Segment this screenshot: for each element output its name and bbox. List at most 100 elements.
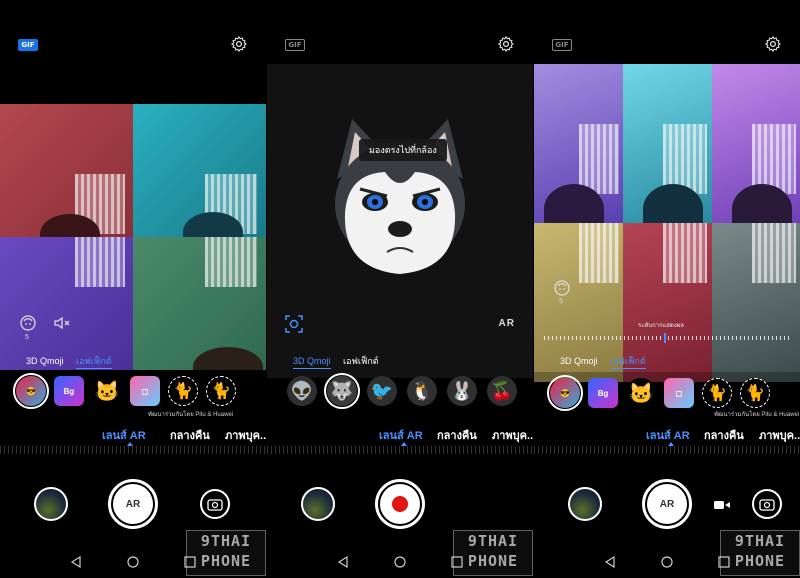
nav-back-icon[interactable]	[337, 556, 349, 568]
husky-avatar	[335, 119, 465, 274]
gallery-thumbnail[interactable]	[568, 487, 602, 521]
nav-home-icon[interactable]	[394, 556, 406, 568]
shutter-button[interactable]: AR	[108, 479, 158, 529]
gear-icon[interactable]	[497, 35, 515, 53]
sticker-item[interactable]: Bg	[54, 376, 84, 406]
viewfinder[interactable]: มองตรงไปที่กล้อง AR	[267, 64, 533, 378]
face-scan-icon[interactable]	[284, 314, 304, 334]
qmoji-item[interactable]: 🍒	[487, 376, 517, 406]
gear-icon[interactable]	[764, 35, 782, 53]
shutter-button[interactable]: AR	[642, 479, 692, 529]
qmoji-item[interactable]: 🐺	[324, 373, 360, 409]
viewfinder[interactable]	[534, 64, 800, 382]
mode-ruler	[534, 446, 800, 454]
nav-back-icon[interactable]	[70, 556, 82, 568]
top-bar: GIF	[534, 0, 800, 64]
intensity-label: ระดับการแสดงผล	[638, 323, 684, 329]
top-bar: GIF	[0, 0, 266, 64]
sticker-strip: 😎 Bg 🐱 ◻ 🐈 🐈	[534, 372, 800, 414]
record-dot-icon	[392, 496, 408, 512]
effect-tile-purple	[0, 237, 133, 370]
sticker-item[interactable]: 🐈	[702, 378, 732, 408]
record-button[interactable]	[375, 479, 425, 529]
sticker-item[interactable]: 😎	[13, 373, 49, 409]
mode-ar-lens[interactable]: เลนส์ AR	[102, 426, 146, 444]
gallery-thumbnail[interactable]	[34, 487, 68, 521]
qmoji-item[interactable]: 🐧	[407, 376, 437, 406]
viewfinder[interactable]	[0, 104, 266, 370]
gif-toggle[interactable]: GIF	[552, 39, 572, 51]
sub-tabs: 3D Qmoji เอฟเฟ็กต์	[560, 354, 656, 369]
camera-panel-qmoji: GIF มองตรงไปที่กล้อง AR 3D Qmoji เอฟเฟ็ก…	[267, 0, 533, 578]
mode-bar: เลนส์ AR กลางคืน ภาพบุค...	[267, 420, 533, 446]
camera-panel-effects-level: GIF 5 ระดับการแสดงผล 3D Qmoji เอฟเฟ็กต์ …	[534, 0, 800, 578]
mode-night[interactable]: กลางคืน	[704, 426, 744, 444]
effect-tile	[623, 64, 712, 223]
mode-ruler	[267, 446, 533, 454]
gear-icon[interactable]	[230, 35, 248, 53]
sticker-item[interactable]: 🐈	[740, 378, 770, 408]
face-scan-icon[interactable]	[552, 278, 572, 298]
mode-bar: เลนส์ AR กลางคืน ภาพบุค...	[0, 420, 266, 446]
shutter-row	[267, 478, 533, 538]
switch-camera-button[interactable]	[200, 489, 230, 519]
intensity-slider-knob[interactable]	[664, 333, 666, 343]
tab-3d-qmoji[interactable]: 3D Qmoji	[560, 356, 598, 366]
sticker-item[interactable]: Bg	[588, 378, 618, 408]
effect-tile-red	[0, 104, 133, 237]
mode-night[interactable]: กลางคืน	[170, 426, 210, 444]
sticker-item[interactable]: 🐈	[168, 376, 198, 406]
screenshot-comparison: GIF 5 3D Qmoji เอฟเฟ็กต์ 😎 Bg 🐱 ◻ 🐈 🐈 พั…	[0, 0, 800, 578]
effect-tile	[534, 64, 623, 223]
shutter-row: AR	[534, 478, 800, 538]
mode-portrait[interactable]: ภาพบุค...	[492, 426, 533, 444]
nav-home-icon[interactable]	[661, 556, 673, 568]
effect-tile	[712, 64, 800, 223]
mode-night[interactable]: กลางคืน	[437, 426, 477, 444]
gif-toggle[interactable]: GIF	[285, 39, 305, 51]
switch-camera-button[interactable]	[752, 489, 782, 519]
sticker-item[interactable]: ◻	[130, 376, 160, 406]
qmoji-item[interactable]: 🐦	[367, 376, 397, 406]
effect-tile-cyan	[133, 104, 266, 237]
camera-panel-effects: GIF 5 3D Qmoji เอฟเฟ็กต์ 😎 Bg 🐱 ◻ 🐈 🐈 พั…	[0, 0, 266, 578]
sticker-item[interactable]: 🐈	[206, 376, 236, 406]
sticker-item[interactable]: 🐱	[626, 378, 656, 408]
sticker-item[interactable]: 🐱	[92, 376, 122, 406]
intensity-slider[interactable]	[544, 333, 790, 343]
effect-tile-green	[133, 237, 266, 370]
effect-counter: 5	[559, 298, 563, 305]
ar-badge: AR	[498, 318, 515, 329]
face-scan-icon[interactable]	[18, 313, 38, 333]
watermark: 9THAI PHONE	[186, 530, 266, 576]
credit-text: พัฒนาร่วมกันโดย Pitu & Huawei	[148, 412, 234, 418]
switch-camera-icon	[207, 499, 223, 511]
qmoji-item[interactable]: 🐰	[447, 376, 477, 406]
watermark: 9THAI PHONE	[720, 530, 800, 576]
video-icon[interactable]	[714, 500, 730, 510]
nav-home-icon[interactable]	[127, 556, 139, 568]
sticker-item[interactable]: ◻	[664, 378, 694, 408]
tab-3d-qmoji[interactable]: 3D Qmoji	[293, 356, 331, 369]
gif-toggle[interactable]: GIF	[18, 39, 38, 51]
mute-icon[interactable]	[52, 313, 72, 333]
tab-effects[interactable]: เอฟเฟ็กต์	[343, 356, 379, 366]
effect-counter: 5	[25, 334, 29, 341]
qmoji-item[interactable]: 👽	[287, 376, 317, 406]
gallery-thumbnail[interactable]	[301, 487, 335, 521]
watermark: 9THAI PHONE	[453, 530, 533, 576]
mode-portrait[interactable]: ภาพบุค...	[225, 426, 266, 444]
nav-back-icon[interactable]	[604, 556, 616, 568]
qmoji-strip: 👽 🐺 🐦 🐧 🐰 🍒	[267, 370, 533, 412]
instruction-tooltip: มองตรงไปที่กล้อง	[359, 139, 447, 161]
tab-effects[interactable]: เอฟเฟ็กต์	[610, 356, 646, 369]
top-bar: GIF	[267, 0, 533, 64]
mode-portrait[interactable]: ภาพบุค...	[759, 426, 800, 444]
tab-3d-qmoji[interactable]: 3D Qmoji	[26, 356, 64, 366]
tab-effects[interactable]: เอฟเฟ็กต์	[76, 356, 112, 369]
sticker-item[interactable]: 😎	[547, 375, 583, 411]
shutter-row: AR	[0, 478, 266, 538]
mode-bar: เลนส์ AR กลางคืน ภาพบุค...	[534, 420, 800, 446]
sub-tabs: 3D Qmoji เอฟเฟ็กต์	[26, 354, 122, 369]
mode-ruler	[0, 446, 266, 454]
